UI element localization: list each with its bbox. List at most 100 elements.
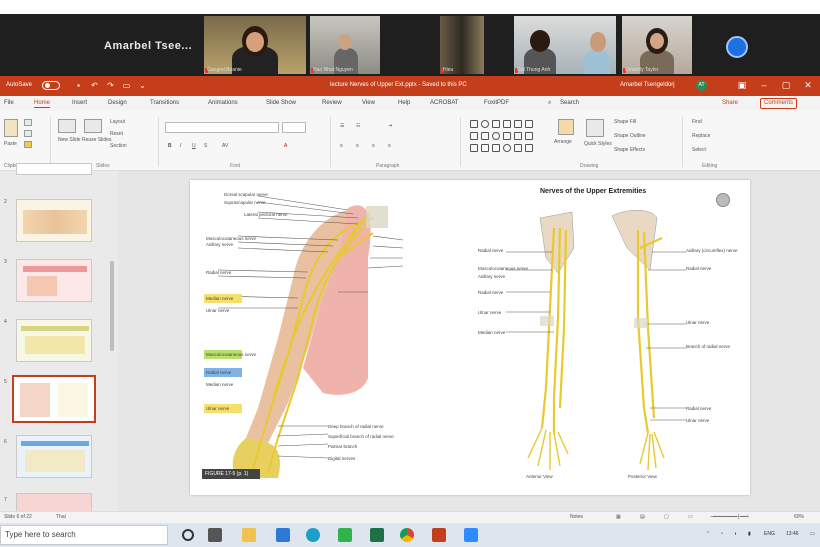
clock[interactable]: 13:46 [786, 531, 799, 537]
numbering-button[interactable]: ☷ [356, 123, 360, 129]
slide-thumbnail[interactable] [16, 259, 92, 302]
participant-tile[interactable]: Hao Nhat Nguyen [310, 16, 380, 74]
customize-qat-icon[interactable]: ⌄ [138, 81, 147, 90]
paste-icon[interactable] [4, 119, 18, 137]
taskbar-search-input[interactable]: Type here to search [0, 525, 168, 545]
redo-icon[interactable]: ↷ [106, 81, 115, 90]
replace-button[interactable]: Replace [692, 133, 710, 139]
justify-button[interactable]: ≡ [388, 143, 391, 149]
comments-button[interactable]: Comments [760, 98, 798, 109]
indent-button[interactable]: ⇥ [388, 123, 392, 129]
volume-icon[interactable]: ◗ [734, 531, 737, 537]
tab-transitions[interactable]: Transitions [150, 100, 179, 106]
reuse-slides-label[interactable]: Reuse Slides [82, 137, 111, 143]
arrange-label[interactable]: Arrange [554, 139, 572, 145]
underline-button[interactable]: U [192, 143, 196, 149]
tab-design[interactable]: Design [108, 100, 127, 106]
participant-tile[interactable]: Gangrel Beanie [204, 16, 306, 74]
tab-animations[interactable]: Animations [208, 100, 238, 106]
mail-icon[interactable] [276, 528, 290, 542]
powerpoint-icon[interactable] [432, 528, 446, 542]
tab-help[interactable]: Help [398, 100, 410, 106]
slideshow-icon[interactable]: ▭ [688, 514, 693, 520]
italic-button[interactable]: I [180, 143, 181, 149]
zoom-slider[interactable]: –━━━━━━━━┼━━+ [710, 514, 749, 520]
slide-thumbnail[interactable] [16, 163, 92, 175]
user-avatar[interactable]: AT [696, 80, 707, 91]
align-right-button[interactable]: ≡ [372, 143, 375, 149]
new-slide-icon[interactable] [58, 119, 76, 133]
font-name-dropdown[interactable] [165, 122, 279, 133]
layout-button[interactable]: Layout [110, 119, 125, 125]
ribbon-display-icon[interactable]: ▣ [736, 80, 748, 91]
language-status[interactable]: Thai [56, 514, 66, 520]
shape-fill-button[interactable]: Shape Fill [614, 119, 636, 125]
normal-view-icon[interactable]: ▦ [616, 514, 621, 520]
tab-insert[interactable]: Insert [72, 100, 87, 106]
reset-button[interactable]: Reset [110, 131, 123, 137]
slide-thumbnail[interactable] [16, 435, 92, 478]
excel-icon[interactable] [370, 528, 384, 542]
shape-effects-button[interactable]: Shape Effects [614, 147, 645, 153]
meeting-control-icon[interactable] [726, 36, 748, 58]
undo-icon[interactable]: ↶ [90, 81, 99, 90]
autosave-toggle[interactable] [42, 81, 60, 90]
zoom-level[interactable]: 60% [794, 514, 804, 520]
minimize-icon[interactable]: – [758, 80, 770, 90]
reuse-slides-icon[interactable] [84, 119, 102, 133]
font-size-dropdown[interactable] [282, 122, 306, 133]
shape-outline-button[interactable]: Shape Outline [614, 133, 646, 139]
shadow-button[interactable]: S [204, 143, 207, 149]
share-button[interactable]: Share [718, 98, 742, 109]
zoom-app-icon[interactable] [464, 528, 478, 542]
file-explorer-icon[interactable] [242, 528, 256, 542]
tray-chevron-icon[interactable]: ⌃ [706, 531, 710, 537]
reading-view-icon[interactable]: ▢ [664, 514, 669, 520]
align-center-button[interactable]: ≡ [356, 143, 359, 149]
task-view-icon[interactable] [208, 528, 222, 542]
bullets-button[interactable]: ☰ [340, 123, 344, 129]
char-spacing-button[interactable]: AV [222, 143, 228, 149]
close-icon[interactable]: ✕ [802, 80, 814, 91]
present-icon[interactable]: ▭ [122, 81, 131, 90]
tab-acrobat[interactable]: ACROBAT [430, 100, 459, 106]
slide-thumbnail[interactable] [16, 493, 92, 513]
new-slide-label[interactable]: New Slide [58, 137, 81, 143]
find-button[interactable]: Find [692, 119, 702, 125]
copy-icon[interactable] [24, 130, 32, 137]
tab-slide-show[interactable]: Slide Show [266, 100, 296, 106]
slide-sorter-icon[interactable]: ▤ [640, 514, 645, 520]
quick-styles-icon[interactable] [586, 119, 604, 137]
section-button[interactable]: Section [110, 143, 127, 149]
quick-styles-label[interactable]: Quick Styles [584, 141, 612, 147]
tab-home[interactable]: Home [34, 100, 51, 108]
search-icon[interactable]: ⌕ [548, 100, 551, 107]
slide-thumbnail-selected[interactable] [12, 375, 96, 423]
line-icon[interactable] [338, 528, 352, 542]
tab-view[interactable]: View [362, 100, 375, 106]
battery-icon[interactable]: ▮ [748, 531, 751, 537]
participant-tile[interactable]: Gal Thung Anh [514, 16, 616, 74]
tab-foxitpdf[interactable]: FoxitPDF [484, 100, 509, 106]
tab-review[interactable]: Review [322, 100, 342, 106]
keyboard-language[interactable]: ENG [764, 531, 775, 537]
arrange-icon[interactable] [558, 119, 574, 135]
user-name[interactable]: Amarbel Tsengeldorj [620, 82, 675, 88]
format-painter-icon[interactable] [24, 141, 32, 148]
tab-search[interactable]: Search [560, 100, 579, 106]
cortana-icon[interactable] [182, 529, 194, 541]
select-button[interactable]: Select [692, 147, 706, 153]
save-icon[interactable]: ▪ [74, 81, 83, 90]
chrome-icon[interactable] [400, 528, 414, 542]
slide-title[interactable]: Nerves of the Upper Extremities [540, 188, 646, 195]
network-icon[interactable]: ◔ [720, 531, 723, 537]
slide-thumbnail[interactable] [16, 319, 92, 362]
maximize-icon[interactable]: ▢ [780, 80, 792, 91]
cut-icon[interactable] [24, 119, 32, 126]
participant-tile[interactable]: Umarbly Taylor [622, 16, 692, 74]
paste-label[interactable]: Paste [4, 141, 17, 147]
bold-button[interactable]: B [168, 143, 172, 149]
slide-thumbnail[interactable] [16, 199, 92, 242]
tab-file[interactable]: File [4, 100, 14, 106]
notifications-icon[interactable]: ▭ [810, 531, 815, 537]
